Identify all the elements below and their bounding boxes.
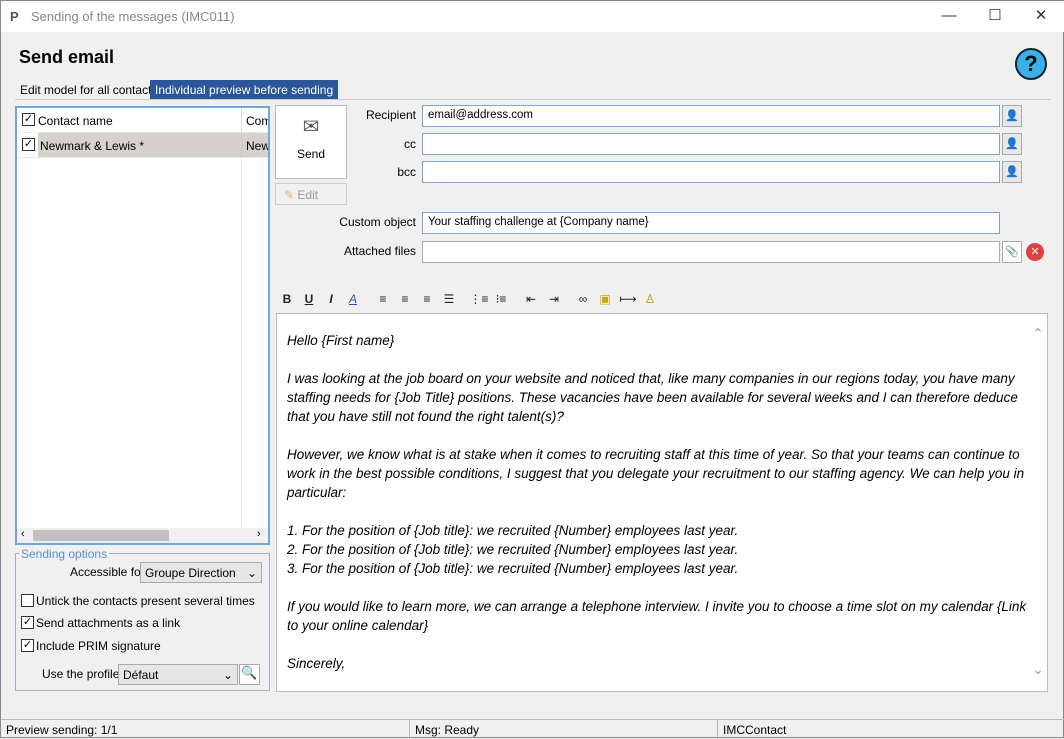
font-color-icon[interactable]: A — [343, 292, 363, 306]
search-icon[interactable]: 🔍 — [239, 664, 260, 685]
tab-divider — [15, 99, 1051, 100]
bcc-label: bcc — [397, 165, 416, 179]
tab-individual-preview[interactable]: Individual preview before sending — [150, 80, 339, 99]
row-checkbox[interactable]: ✓ — [22, 138, 35, 151]
pencil-icon: ✎ — [284, 188, 295, 202]
horizontal-rule-icon[interactable]: ⟼ — [618, 292, 638, 306]
sending-options-legend: Sending options — [19, 547, 110, 561]
scrollbar-thumb[interactable] — [33, 530, 169, 541]
address-book-icon[interactable]: 👤 — [1002, 161, 1022, 183]
horizontal-scrollbar[interactable]: ‹ › — [17, 528, 268, 543]
attached-files-label: Attached files — [343, 244, 416, 258]
paperclip-icon[interactable]: 📎 — [1002, 241, 1022, 263]
body-paragraph: Sincerely, — [287, 656, 346, 671]
custom-object-input[interactable]: Your staffing challenge at {Company name… — [422, 212, 1000, 234]
chevron-down-icon: ⌄ — [222, 668, 233, 682]
column-contact-name[interactable]: Contact name — [38, 114, 113, 128]
include-signature-checkbox[interactable]: ✓ — [21, 639, 34, 652]
body-paragraph: However, we know what is at stake when i… — [287, 447, 1025, 500]
window-title: Sending of the messages (IMC011) — [31, 9, 235, 24]
select-all-checkbox[interactable]: ✓ — [22, 113, 35, 126]
email-body-editor[interactable]: Hello {First name} I was looking at the … — [276, 313, 1048, 692]
attached-files-input[interactable] — [422, 241, 1000, 263]
address-book-icon[interactable]: 👤 — [1002, 133, 1022, 155]
title-bar: P Sending of the messages (IMC011) — ☐ ✕ — [1, 1, 1064, 32]
status-app: IMCContact — [717, 719, 1064, 739]
numbered-list-icon[interactable]: ⋮≡ — [469, 292, 489, 306]
send-label: Send — [296, 147, 326, 161]
page-title: Send email — [19, 47, 115, 67]
remove-file-icon[interactable]: ✕ — [1026, 243, 1044, 261]
stamp-icon[interactable]: ♙ — [640, 292, 660, 306]
cc-label: cc — [404, 137, 416, 151]
body-list-item: 2. For the position of {Job title}: we r… — [287, 542, 739, 557]
app-logo-icon: P — [10, 9, 19, 24]
body-paragraph: I was looking at the job board on your w… — [287, 371, 1018, 424]
status-message: Msg: Ready — [409, 719, 717, 739]
contact-company: New — [241, 133, 268, 157]
tab-edit-model[interactable]: Edit model for all contacts — [15, 80, 162, 99]
list-header: ✓ Contact name Com — [17, 108, 268, 133]
vertical-scrollbar[interactable]: ⌃ ⌄ — [1031, 324, 1045, 679]
justify-icon[interactable]: ☰ — [439, 292, 459, 306]
body-paragraph: If you would like to learn more, we can … — [287, 599, 1027, 633]
untick-duplicates-checkbox[interactable] — [21, 594, 34, 607]
status-preview: Preview sending: 1/1 — [1, 719, 409, 739]
bullet-list-icon[interactable]: ⁝≡ — [491, 292, 511, 306]
body-list-item: 1. For the position of {Job title}: we r… — [287, 523, 739, 538]
italic-icon[interactable]: I — [321, 292, 341, 306]
column-company[interactable]: Com — [241, 108, 268, 133]
recipient-input[interactable]: email@address.com — [422, 105, 1000, 127]
cc-input[interactable] — [422, 133, 1000, 155]
profile-select[interactable]: Défaut ⌄ — [118, 664, 238, 685]
maximize-button[interactable]: ☐ — [975, 5, 1015, 27]
body-paragraph: Hello {First name} — [287, 333, 395, 348]
bold-icon[interactable]: B — [277, 292, 297, 306]
align-right-icon[interactable]: ≡ — [417, 292, 437, 306]
link-icon[interactable]: ∞ — [573, 292, 593, 306]
minimize-button[interactable]: — — [929, 5, 969, 27]
address-book-icon[interactable]: 👤 — [1002, 105, 1022, 127]
profile-value: Défaut — [123, 668, 159, 682]
close-button[interactable]: ✕ — [1021, 5, 1061, 27]
attachments-link-label: Send attachments as a link — [36, 616, 181, 630]
table-row[interactable]: ✓ Newmark & Lewis * New — [17, 133, 268, 158]
sending-options-group: Sending options Accessible for Groupe Di… — [15, 547, 270, 691]
envelope-icon: ✉ — [302, 116, 320, 138]
contact-name: Newmark & Lewis * — [38, 133, 241, 157]
recipient-label: Recipient — [365, 108, 416, 122]
include-signature-label: Include PRIM signature — [36, 639, 161, 653]
image-icon[interactable]: ▣ — [595, 292, 615, 306]
chevron-down-icon: ⌄ — [246, 566, 257, 580]
accessible-for-select[interactable]: Groupe Direction ⌄ — [140, 562, 262, 583]
column-divider — [241, 158, 242, 528]
outdent-icon[interactable]: ⇤ — [521, 292, 541, 306]
help-icon[interactable]: ? — [1015, 48, 1047, 80]
bcc-input[interactable] — [422, 161, 1000, 183]
accessible-for-label: Accessible for — [70, 565, 145, 579]
underline-icon[interactable]: U — [299, 292, 319, 306]
contacts-list: ✓ Contact name Com ✓ Newmark & Lewis * N… — [15, 106, 270, 545]
send-button[interactable]: ✉ Send — [275, 105, 347, 179]
untick-duplicates-label: Untick the contacts present several time… — [36, 594, 255, 608]
align-center-icon[interactable]: ≡ — [395, 292, 415, 306]
profile-label: Use the profile — [42, 667, 120, 681]
indent-icon[interactable]: ⇥ — [544, 292, 564, 306]
edit-label: Edit — [297, 188, 319, 202]
align-left-icon[interactable]: ≡ — [373, 292, 393, 306]
edit-button[interactable]: ✎ Edit — [275, 183, 347, 205]
attachments-link-checkbox[interactable]: ✓ — [21, 616, 34, 629]
body-list-item: 3. For the position of {Job title}: we r… — [287, 561, 739, 576]
accessible-for-value: Groupe Direction — [145, 566, 236, 580]
custom-object-label: Custom object — [339, 215, 416, 229]
